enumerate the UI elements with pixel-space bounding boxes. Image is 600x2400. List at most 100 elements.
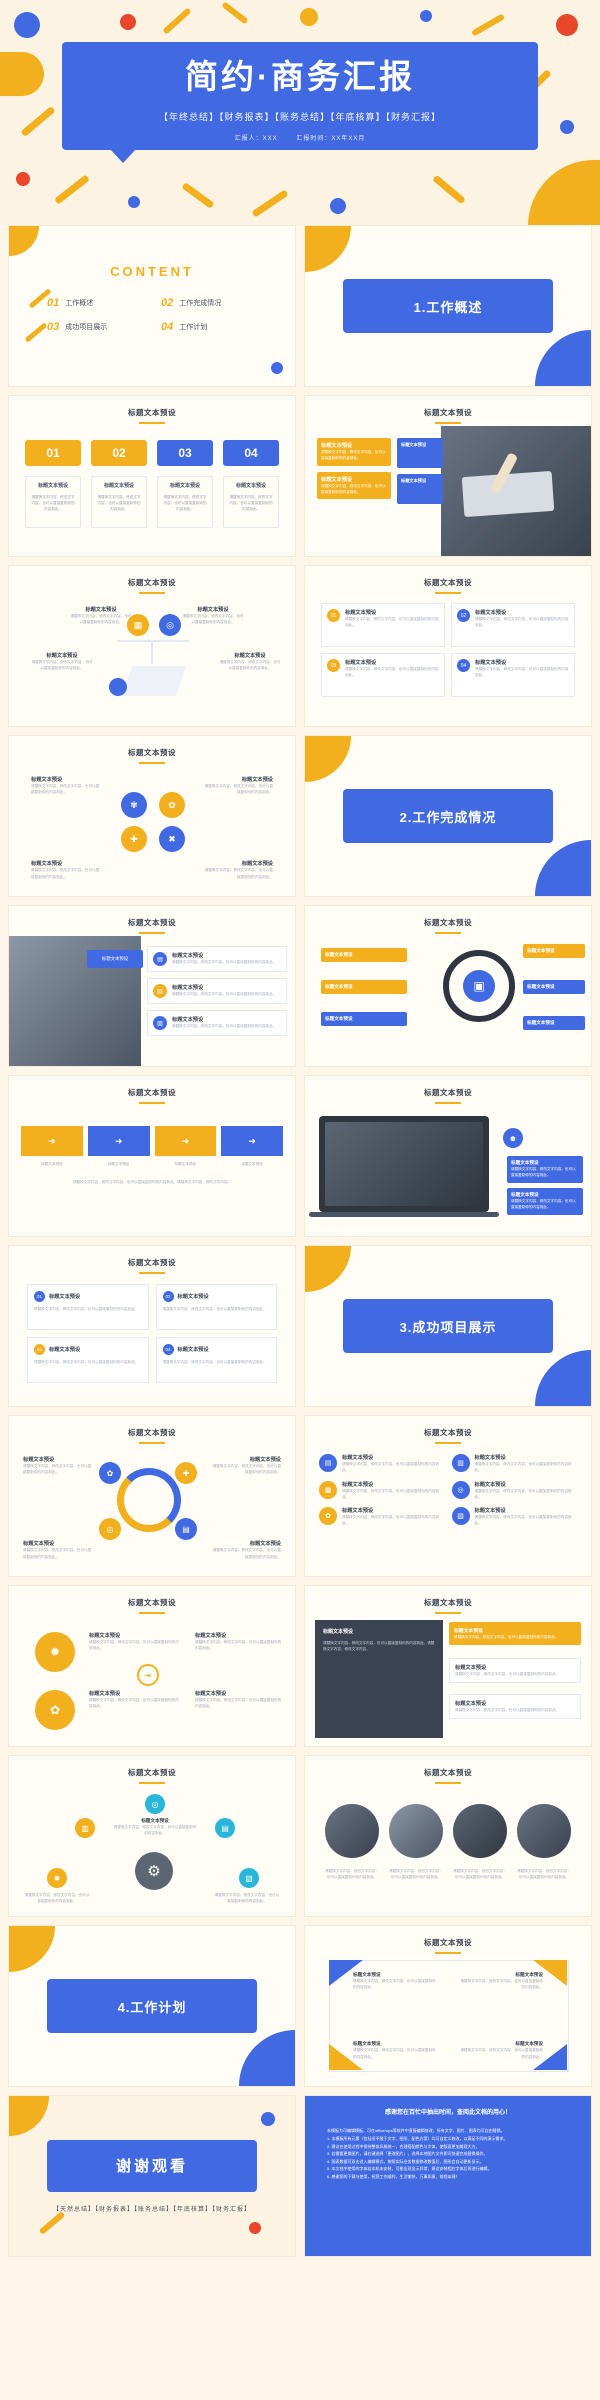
arrow-right-icon: ➜: [87, 1126, 150, 1156]
list-item[interactable]: 03 标题文本预设 请替换文字内容，修改文字内容，也可以直接复制你的内容到此。: [321, 653, 445, 697]
panel-card[interactable]: 标题文本预设 请替换文字内容，修改文字内容，也可以直接复制你的内容到此。: [449, 1694, 581, 1720]
numbered-card[interactable]: 04 标题文本预设 请替换文字内容，修改文字内容，也可以直接复制你的内容到此。: [223, 440, 279, 528]
arrow-step[interactable]: ➜ 标题文本预设: [221, 1126, 283, 1167]
matrix-cell[interactable]: 标题文本预设 请替换文字内容，修改文字内容，也可以直接复制你的内容到此。: [459, 2041, 543, 2060]
icon-list-item[interactable]: ▧ 标题文本预设 请替换文字内容，修改文字内容，也可以直接复制你的内容到此。: [451, 1507, 578, 1527]
icon-list-item[interactable]: ◎ 标题文本预设 请替换文字内容，修改文字内容，也可以直接复制你的内容到此。: [451, 1480, 578, 1501]
petal-label[interactable]: 标题文本预设 请替换文字内容，修改文字内容，也可以直接复制你的内容到此。: [203, 860, 273, 880]
network-label-body: 请替换文字内容，修改文字内容，也可以直接复制你的内容到此。: [214, 1893, 280, 1904]
network-label: 标题文本预设 请替换文字内容，修改文字内容，也可以直接复制你的内容到此。: [113, 1818, 197, 1837]
tree-base: [121, 666, 187, 696]
slide-title: 标题文本预设: [9, 1416, 295, 1444]
numbered-card[interactable]: 01 标题文本预设 请替换文字内容，修改文字内容，也可以直接复制你的内容到此。: [25, 440, 81, 528]
card[interactable]: ▧ 标题文本预设 请替换文字内容，修改文字内容，也可以直接复制你的内容到此。: [147, 1010, 287, 1036]
text-block[interactable]: 标题文本预设 请替换文字内容，修改文字内容，也可以直接复制你的内容到此。: [317, 471, 391, 500]
box-item[interactable]: 02 标题文本预设 请替换文字内容，修改文字内容，也可以直接复制你的内容到此。: [155, 1284, 277, 1330]
icon-list-label: 标题文本预设: [342, 1481, 374, 1488]
icon-list-item[interactable]: ▥ 标题文本预设 请替换文字内容，修改文字内容，也可以直接复制你的内容到此。: [451, 1454, 578, 1474]
box-item[interactable]: 04 标题文本预设 请替换文字内容，修改文字内容，也可以直接复制你的内容到此。: [155, 1337, 277, 1383]
avatar[interactable]: [325, 1804, 379, 1858]
numbered-card-body: 标题文本预设 请替换文字内容，修改文字内容，也可以直接复制你的内容到此。: [157, 476, 213, 528]
arrow-step[interactable]: ➜ 标题文本预设: [154, 1126, 217, 1167]
ring-label[interactable]: 标题文本预设: [523, 980, 585, 994]
petal-label[interactable]: 标题文本预设 请替换文字内容，修改文字内容，也可以直接复制你的内容到此。: [203, 776, 273, 796]
avatar[interactable]: [517, 1804, 571, 1858]
catalog-item[interactable]: 03 成功项目展示: [47, 321, 151, 333]
ring-label[interactable]: 标题文本预设: [523, 944, 585, 958]
laptop-base: [309, 1212, 499, 1217]
icon-list-item[interactable]: ▤ 标题文本预设 请替换文字内容，修改文字内容，也可以直接复制你的内容到此。: [319, 1454, 445, 1474]
ring-label[interactable]: 标题文本预设: [321, 1012, 407, 1026]
tree-node-body: 请替换文字内容，修改文字内容，也可以直接复制你的内容到此。: [182, 614, 244, 625]
matrix-cell[interactable]: 标题文本预设 请替换文字内容，修改文字内容，也可以直接复制你的内容到此。: [459, 1972, 543, 1991]
gear-icon[interactable]: ✿: [35, 1690, 75, 1730]
caption-card[interactable]: 标题文本预设 请替换文字内容，修改文字内容，也可以直接复制你的内容到此。: [507, 1156, 583, 1183]
cycle-label[interactable]: 标题文本预设 请替换文字内容，修改文字内容，也可以直接复制你的内容到此。: [23, 1456, 93, 1476]
cycle-label[interactable]: 标题文本预设 请替换文字内容，修改文字内容，也可以直接复制你的内容到此。: [211, 1456, 281, 1476]
box-item[interactable]: 01 标题文本预设 请替换文字内容，修改文字内容，也可以直接复制你的内容到此。: [27, 1284, 149, 1330]
arrow-step[interactable]: ➜ 标题文本预设: [21, 1126, 83, 1167]
gear-network-slide: 标题文本预设 ⚙ ◎ ▥ ▤ ✹ ▧ 标题文本预设 请替换文字内容，修改文字内容…: [8, 1755, 296, 1917]
slide-title: 标题文本预设: [305, 566, 591, 594]
petal-label[interactable]: 标题文本预设 请替换文字内容，修改文字内容，也可以直接复制你的内容到此。: [31, 776, 101, 796]
panel-card[interactable]: 标题文本预设 请替换文字内容，修改文字内容，也可以直接复制你的内容到此。: [449, 1622, 581, 1646]
card[interactable]: ▤ 标题文本预设 请替换文字内容，修改文字内容，也可以直接复制你的内容到此。: [147, 946, 287, 972]
list-item[interactable]: 01 标题文本预设 请替换文字内容，修改文字内容，也可以直接复制你的内容到此。: [321, 603, 445, 647]
box-item[interactable]: 03 标题文本预设 请替换文字内容，修改文字内容，也可以直接复制你的内容到此。: [27, 1337, 149, 1383]
tree-node[interactable]: 标题文本预设 请替换文字内容，修改文字内容，也可以直接复制你的内容到此。: [219, 652, 281, 672]
numbered-card[interactable]: 03 标题文本预设 请替换文字内容，修改文字内容，也可以直接复制你的内容到此。: [157, 440, 213, 528]
numbered-cards-slide: 标题文本预设 01 标题文本预设 请替换文字内容，修改文字内容，也可以直接复制你的…: [8, 395, 296, 557]
catalog-item[interactable]: 02 工作完成情况: [161, 297, 265, 309]
tree-node[interactable]: 标题文本预设 请替换文字内容，修改文字内容，也可以直接复制你的内容到此。: [31, 652, 93, 672]
arrow-right-icon: ➜: [154, 1126, 217, 1156]
panel-card[interactable]: 标题文本预设 请替换文字内容，修改文字内容，也可以直接复制你的内容到此。: [449, 1658, 581, 1684]
dark-panel-body: 请替换文字内容，修改文字内容，也可以直接复制你的内容到此。请替换文字内容，修改文…: [323, 1641, 435, 1652]
deco-shape: [528, 160, 600, 225]
deco-bar: [162, 7, 192, 35]
catalog-item[interactable]: 01 工作概述: [47, 297, 151, 309]
petal-label[interactable]: 标题文本预设 请替换文字内容，修改文字内容，也可以直接复制你的内容到此。: [31, 860, 101, 880]
node-text[interactable]: 标题文本预设 请替换文字内容，修改文字内容，也可以直接复制你的内容到此。: [195, 1690, 283, 1710]
bulb-icon[interactable]: ✹: [35, 1632, 75, 1672]
numbered-card[interactable]: 02 标题文本预设 请替换文字内容，修改文字内容，也可以直接复制你的内容到此。: [91, 440, 147, 528]
matrix-cell[interactable]: 标题文本预设 请替换文字内容，修改文字内容，也可以直接复制你的内容到此。: [353, 2041, 437, 2060]
node-text[interactable]: 标题文本预设 请替换文字内容，修改文字内容，也可以直接复制你的内容到此。: [195, 1632, 283, 1652]
text-block[interactable]: 标题文本预设: [397, 438, 443, 468]
arrow-step[interactable]: ➜ 标题文本预设: [87, 1126, 150, 1167]
list-item[interactable]: 02 标题文本预设 请替换文字内容，修改文字内容，也可以直接复制你的内容到此。: [451, 603, 575, 647]
tree-diagram-slide: 标题文本预设 标题文本预设 请替换文字内容，修改文字内容，也可以直接复制你的内容…: [8, 565, 296, 727]
avatar[interactable]: [453, 1804, 507, 1858]
matrix-cell[interactable]: 标题文本预设 请替换文字内容，修改文字内容，也可以直接复制你的内容到此。: [353, 1972, 437, 1991]
catalog-item[interactable]: 04 工作计划: [161, 321, 265, 333]
ring-label[interactable]: 标题文本预设: [321, 980, 407, 994]
tree-node[interactable]: 标题文本预设 请替换文字内容，修改文字内容，也可以直接复制你的内容到此。: [69, 606, 133, 626]
photo-caption: 标题文本预设: [87, 950, 143, 968]
user-icon: ☻: [503, 1128, 523, 1148]
text-block[interactable]: 标题文本预设 请替换文字内容，修改文字内容，也可以直接复制你的内容到此。: [317, 438, 391, 466]
lock-icon[interactable]: ▧: [239, 1868, 259, 1888]
target-icon[interactable]: ◎: [145, 1794, 165, 1814]
icon-list-item[interactable]: ✿ 标题文本预设 请替换文字内容，修改文字内容，也可以直接复制你的内容到此。: [319, 1507, 445, 1527]
deco-shape: [305, 1246, 351, 1292]
cycle-label[interactable]: 标题文本预设 请替换文字内容，修改文字内容，也可以直接复制你的内容到此。: [23, 1540, 93, 1560]
text-block[interactable]: 标题文本预设: [397, 474, 443, 504]
ring-label[interactable]: 标题文本预设: [523, 1016, 585, 1030]
cycle-label[interactable]: 标题文本预设 请替换文字内容，修改文字内容，也可以直接复制你的内容到此。: [211, 1540, 281, 1560]
ring-label[interactable]: 标题文本预设: [321, 948, 407, 962]
avatar[interactable]: [389, 1804, 443, 1858]
icon-list-item[interactable]: ▦ 标题文本预设 请替换文字内容，修改文字内容，也可以直接复制你的内容到此。: [319, 1480, 445, 1501]
caption-card[interactable]: 标题文本预设 请替换文字内容，修改文字内容，也可以直接复制你的内容到此。: [507, 1188, 583, 1215]
tree-node[interactable]: 标题文本预设 请替换文字内容，修改文字内容，也可以直接复制你的内容到此。: [181, 606, 245, 626]
node-text[interactable]: 标题文本预设 请替换文字内容，修改文字内容，也可以直接复制你的内容到此。: [89, 1690, 179, 1710]
section-slide-3: 3.成功项目展示: [304, 1245, 592, 1407]
node-text[interactable]: 标题文本预设 请替换文字内容，修改文字内容，也可以直接复制你的内容到此。: [89, 1632, 179, 1652]
doc-icon[interactable]: ▤: [215, 1818, 235, 1838]
list-item[interactable]: 04 标题文本预设 请替换文字内容，修改文字内容，也可以直接复制你的内容到此。: [451, 653, 575, 697]
card[interactable]: ▥ 标题文本预设 请替换文字内容，修改文字内容，也可以直接复制你的内容到此。: [147, 978, 287, 1004]
slide-title: 标题文本预设: [305, 1076, 591, 1104]
bulb-icon[interactable]: ✹: [47, 1868, 67, 1888]
chart-icon[interactable]: ▥: [75, 1818, 95, 1838]
text-block-label: 标题文本预设: [401, 442, 427, 447]
bulb-icon: ✿: [159, 792, 185, 818]
slide-title: 标题文本预设: [9, 906, 295, 934]
